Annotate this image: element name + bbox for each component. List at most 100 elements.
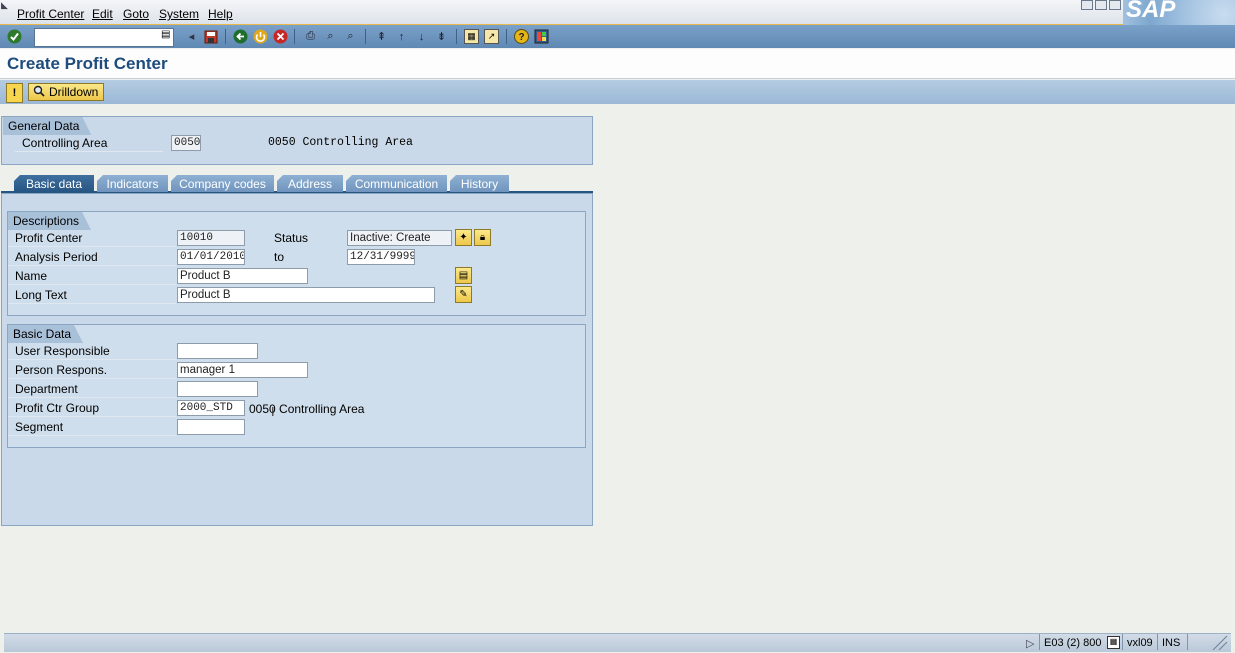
profit-center-field[interactable]: 10010 [177, 230, 245, 246]
segment-field[interactable] [177, 419, 245, 435]
name-label: Name [8, 267, 176, 285]
menu-system[interactable]: System [159, 7, 199, 21]
general-data-title: General Data [3, 117, 91, 135]
tab-history[interactable]: History [450, 175, 509, 192]
toolbar-separator [294, 29, 295, 44]
toolbar-separator [456, 29, 457, 44]
first-page-icon[interactable]: ⇞ [374, 29, 389, 44]
menu-goto[interactable]: Goto [123, 7, 149, 21]
tab-basic-data[interactable]: Basic data [14, 175, 94, 192]
status-separator [1157, 634, 1158, 650]
status-field[interactable]: Inactive: Create [347, 230, 452, 246]
profit-ctr-group-description: 0050 Controlling Area [249, 402, 365, 416]
warning-button[interactable]: ! [6, 83, 23, 103]
status-server: vxl09 [1127, 637, 1153, 649]
menu-help-label: Help [208, 7, 233, 21]
back-icon[interactable]: ◂ [184, 29, 199, 44]
drilldown-icon [33, 85, 45, 100]
minimize-icon[interactable] [1081, 0, 1093, 10]
status-separator [1122, 634, 1123, 650]
text-cursor-icon: I [271, 404, 275, 419]
to-label: to [274, 250, 285, 264]
lock-icon[interactable]: 🔒︎ [474, 229, 491, 246]
title-bar [0, 49, 1235, 79]
tab-company-codes[interactable]: Company codes [171, 175, 274, 192]
department-label: Department [8, 380, 176, 398]
segment-label: Segment [8, 418, 176, 436]
find-next-icon[interactable]: ⌕ [343, 29, 358, 44]
status-expand-icon[interactable]: ▷ [1026, 637, 1034, 650]
layout-icon[interactable] [534, 29, 549, 44]
tab-address-label: Address [287, 176, 333, 191]
analysis-period-to-field[interactable]: 12/31/9999 [347, 249, 415, 265]
tab-address[interactable]: Address [277, 175, 343, 192]
tab-history-label: History [460, 176, 499, 191]
enter-icon[interactable] [7, 29, 22, 44]
next-page-icon[interactable]: ↓ [414, 29, 429, 44]
copy-text-icon[interactable]: ▤ [455, 267, 472, 284]
user-responsible-label: User Responsible [8, 342, 176, 360]
profit-center-label: Profit Center [8, 229, 176, 247]
analysis-period-from-field[interactable]: 01/01/2010 [177, 249, 245, 265]
tab-indicators[interactable]: Indicators [97, 175, 168, 192]
shortcut-icon[interactable]: ↗ [484, 29, 499, 44]
create-session-icon[interactable]: ▦ [464, 29, 479, 44]
green-back-icon[interactable] [233, 29, 248, 44]
menu-help[interactable]: Help [208, 7, 233, 21]
last-page-icon[interactable]: ⇟ [434, 29, 449, 44]
toolbar-separator [225, 29, 226, 44]
menu-edit[interactable]: Edit [92, 7, 113, 21]
status-separator [1187, 634, 1188, 650]
status-mode[interactable]: INS [1162, 637, 1180, 649]
tab-communication[interactable]: Communication [346, 175, 447, 192]
print-icon[interactable]: ⎙ [303, 29, 318, 44]
activate-icon[interactable]: ✦ [455, 229, 472, 246]
resize-grip-icon[interactable] [1210, 634, 1228, 651]
status-label: Status [274, 231, 309, 245]
exit-icon[interactable] [253, 29, 268, 44]
analysis-period-label: Analysis Period [8, 248, 176, 266]
menu-goto-label: Goto [123, 7, 150, 21]
close-window-icon[interactable] [1109, 0, 1121, 10]
menu-profit-center[interactable]: Profit Center [17, 7, 84, 21]
help-icon[interactable]: ? [514, 29, 529, 44]
department-field[interactable] [177, 381, 258, 397]
drilldown-button[interactable]: Drilldown [28, 83, 104, 101]
maximize-icon[interactable] [1095, 0, 1107, 10]
person-responsible-label: Person Respons. [8, 361, 176, 379]
status-system: E03 (2) 800 [1044, 637, 1102, 649]
tab-company-codes-label: Company codes [179, 176, 266, 191]
profit-ctr-group-field[interactable]: 2000_STD [177, 400, 245, 416]
menu-edit-label: Edit [92, 7, 113, 21]
user-responsible-field[interactable] [177, 343, 258, 359]
person-responsible-field[interactable]: manager 1 [177, 362, 308, 378]
command-history-icon[interactable]: ▤ [161, 29, 170, 40]
name-field[interactable]: Product B [177, 268, 308, 284]
window-corner-icon: ◣ [1, 0, 8, 10]
descriptions-title: Descriptions [8, 212, 91, 230]
long-text-label: Long Text [8, 286, 176, 304]
menu-system-label: System [159, 7, 200, 21]
save-icon[interactable] [203, 29, 218, 44]
edit-long-text-icon[interactable]: ✎ [455, 286, 472, 303]
controlling-area-description: 0050 Controlling Area [268, 136, 413, 149]
menu-profit-center-label: Profit Center [17, 7, 85, 21]
system-info-icon[interactable]: ▦ [1107, 636, 1120, 649]
cancel-icon[interactable] [273, 29, 288, 44]
tab-communication-label: Communication [354, 176, 439, 191]
find-icon[interactable]: ⌕ [323, 29, 338, 44]
controlling-area-label: Controlling Area [15, 134, 163, 152]
application-toolbar [0, 80, 1235, 104]
long-text-field[interactable]: Product B [177, 287, 435, 303]
command-field[interactable] [34, 28, 174, 47]
previous-page-icon[interactable]: ↑ [394, 29, 409, 44]
sap-logo-text: SAP [1126, 0, 1176, 23]
status-separator [1039, 634, 1040, 650]
page-title: Create Profit Center [7, 54, 168, 73]
tab-indicators-label: Indicators [106, 176, 159, 191]
profit-ctr-group-label: Profit Ctr Group [8, 399, 176, 417]
toolbar-separator [506, 29, 507, 44]
svg-text:?: ? [518, 32, 524, 43]
controlling-area-field[interactable]: 0050 [171, 135, 201, 151]
toolbar-separator [365, 29, 366, 44]
